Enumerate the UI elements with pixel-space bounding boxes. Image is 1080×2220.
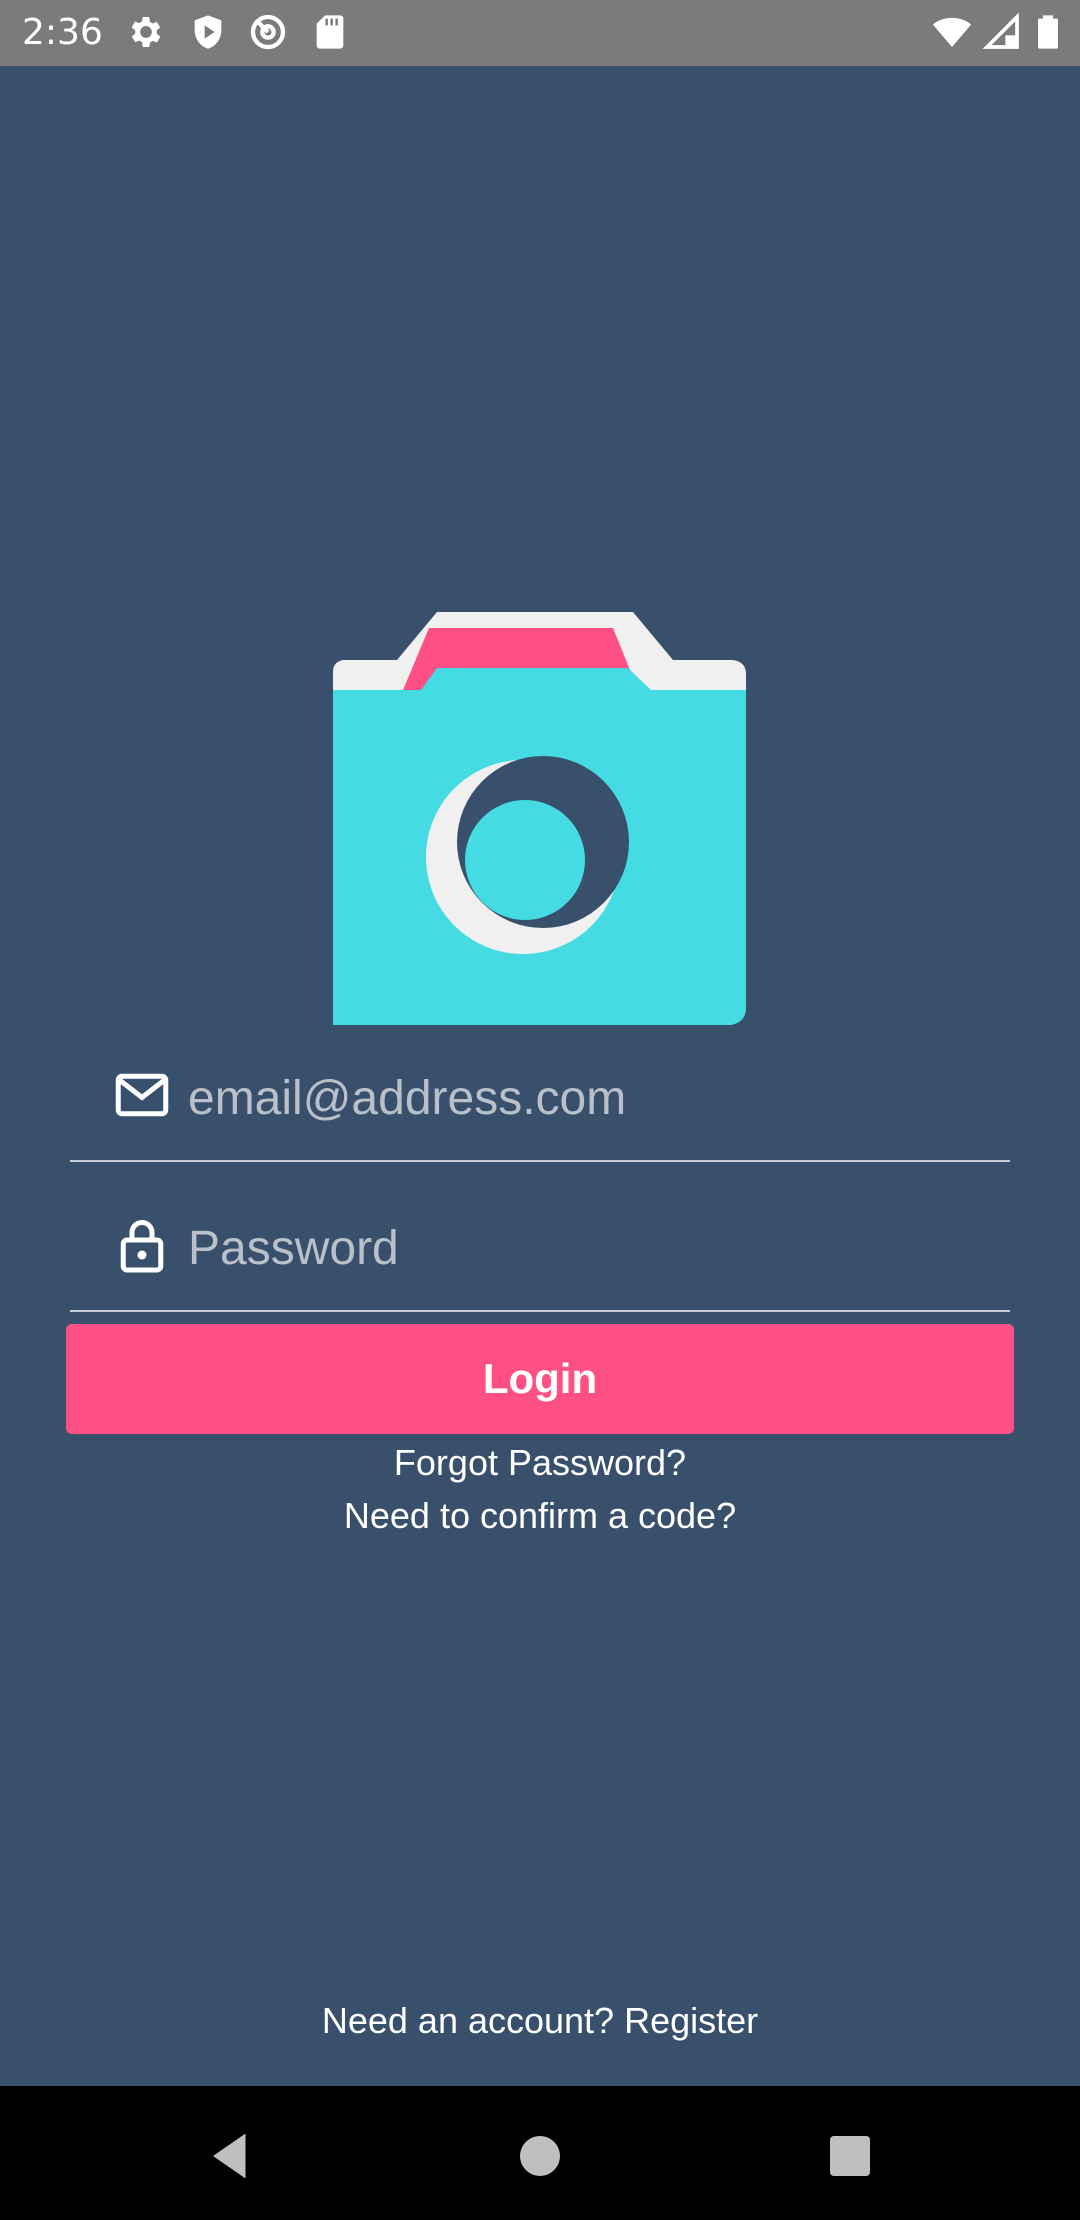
lock-icon — [120, 1220, 164, 1273]
recents-icon[interactable] — [820, 2126, 880, 2186]
status-time: 2:36 — [22, 12, 103, 53]
login-screen: Login Forgot Password? Need to confirm a… — [0, 66, 1080, 2086]
battery-icon — [1038, 15, 1058, 49]
at-sign-icon — [250, 14, 286, 50]
camera-logo-icon — [333, 612, 746, 1025]
login-button[interactable]: Login — [66, 1324, 1014, 1434]
shield-play-icon — [194, 15, 222, 49]
password-input[interactable] — [188, 1198, 998, 1298]
email-input[interactable] — [188, 1048, 998, 1148]
email-field — [70, 1040, 1010, 1162]
settings-icon — [131, 17, 161, 47]
navigation-bar — [0, 2086, 1080, 2220]
signal-icon — [982, 12, 1019, 49]
forgot-password-link[interactable]: Forgot Password? — [0, 1440, 1080, 1486]
sd-card-icon — [316, 15, 344, 49]
status-bar: 2:36 — [0, 0, 1080, 66]
register-link[interactable]: Need an account? Register — [0, 1998, 1080, 2044]
confirm-code-link[interactable]: Need to confirm a code? — [0, 1493, 1080, 1539]
wifi-icon — [932, 17, 972, 47]
back-icon[interactable] — [198, 2126, 258, 2186]
password-field — [70, 1190, 1010, 1312]
mail-icon — [115, 1073, 169, 1117]
home-icon[interactable] — [510, 2126, 570, 2186]
